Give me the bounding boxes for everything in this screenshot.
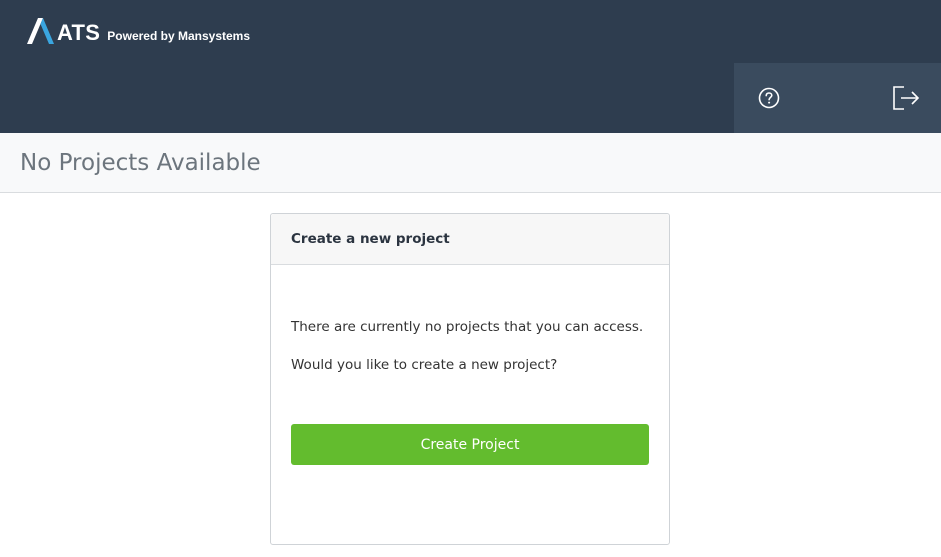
page-title: No Projects Available bbox=[20, 150, 261, 176]
card-header: Create a new project bbox=[271, 214, 669, 265]
create-project-button[interactable]: Create Project bbox=[291, 424, 649, 465]
card-title: Create a new project bbox=[291, 231, 450, 247]
help-icon bbox=[758, 87, 780, 109]
logout-button[interactable] bbox=[871, 63, 941, 133]
help-button[interactable] bbox=[734, 63, 804, 133]
create-project-question: Would you like to create a new project? bbox=[291, 357, 558, 373]
create-project-card: Create a new project There are currently… bbox=[270, 213, 670, 545]
brand-name: ATS bbox=[57, 20, 101, 45]
ats-logo-icon bbox=[27, 18, 54, 44]
page-title-bar: No Projects Available bbox=[0, 133, 941, 193]
header-actions bbox=[734, 63, 941, 133]
top-navigation-bar: ATS Powered by Mansystems bbox=[0, 0, 941, 133]
brand-tagline: Powered by Mansystems bbox=[107, 29, 251, 43]
logout-icon bbox=[893, 86, 920, 110]
app-logo[interactable]: ATS Powered by Mansystems bbox=[27, 16, 250, 44]
no-projects-message: There are currently no projects that you… bbox=[291, 319, 644, 335]
